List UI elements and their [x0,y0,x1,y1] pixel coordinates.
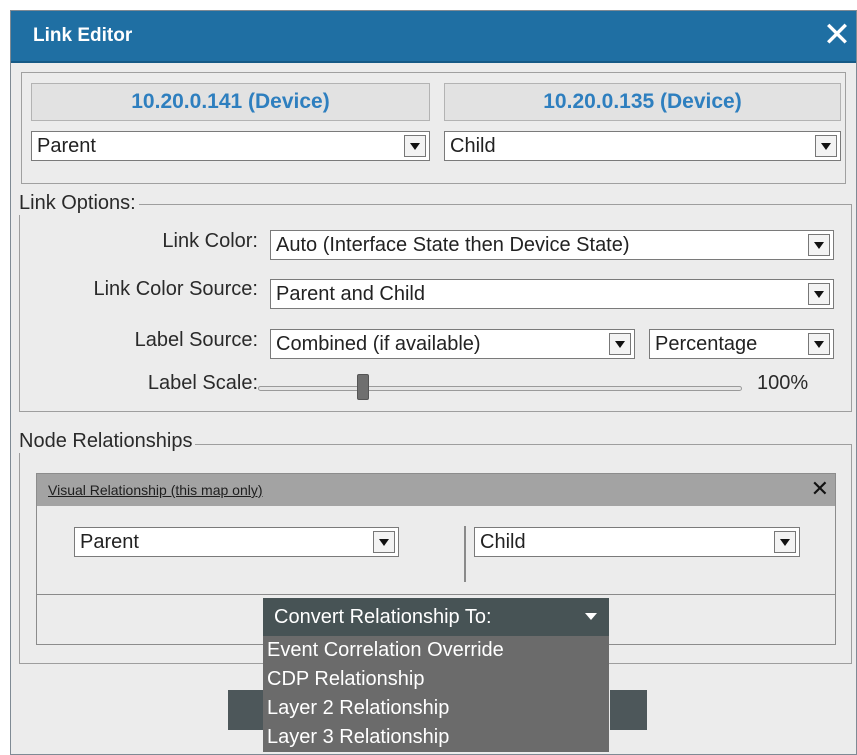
close-icon[interactable]: ✕ [811,478,829,500]
menu-item-cdp-relationship[interactable]: CDP Relationship [267,665,425,693]
relationship-divider [464,526,466,582]
parent-role-value: Parent [37,135,96,157]
convert-relationship-label: Convert Relationship To: [274,606,492,628]
link-options-legend: Link Options: [19,192,139,215]
devices-panel: 10.20.0.141 (Device) 10.20.0.135 (Device… [21,72,846,184]
child-role-select[interactable]: Child [444,131,841,161]
label-scale-slider-handle[interactable] [357,374,370,400]
chevron-down-icon[interactable] [373,531,395,553]
link-color-source-value: Parent and Child [276,283,425,305]
link-color-label: Link Color: [162,230,258,252]
convert-relationship-button[interactable]: Convert Relationship To: [263,598,609,636]
menu-item-layer-2-relationship[interactable]: Layer 2 Relationship [267,694,449,722]
menu-item-event-correlation-override[interactable]: Event Correlation Override [267,636,504,664]
label-source-select[interactable]: Combined (if available) [270,329,635,359]
dialog-button-left[interactable] [228,690,268,730]
visual-child-select[interactable]: Child [474,527,800,557]
link-color-source-label: Link Color Source: [93,278,258,300]
visual-relationship-title[interactable]: Visual Relationship (this map only) [48,482,263,498]
chevron-down-icon[interactable] [808,283,830,305]
relationship-separator [37,594,835,595]
link-color-source-select[interactable]: Parent and Child [270,279,834,309]
chevron-down-icon[interactable] [808,333,830,355]
label-format-value: Percentage [655,333,758,355]
child-device-name: 10.20.0.135 (Device) [444,83,841,121]
menu-item-layer-3-relationship[interactable]: Layer 3 Relationship [267,723,449,751]
link-color-select[interactable]: Auto (Interface State then Device State) [270,230,834,260]
label-scale-label: Label Scale: [147,372,258,394]
node-relationships-legend: Node Relationships [19,430,196,453]
visual-child-value: Child [480,531,526,553]
parent-role-select[interactable]: Parent [31,131,430,161]
dialog-button-right[interactable] [610,690,647,730]
label-source-label: Label Source: [134,329,258,351]
chevron-down-icon [585,613,597,620]
chevron-down-icon[interactable] [808,234,830,256]
chevron-down-icon[interactable] [609,333,631,355]
chevron-down-icon[interactable] [774,531,796,553]
label-format-select[interactable]: Percentage [649,329,834,359]
title-bar: Link Editor ✕ [11,11,856,63]
label-scale-value: 100% [757,372,809,394]
visual-parent-select[interactable]: Parent [74,527,399,557]
parent-device-name: 10.20.0.141 (Device) [31,83,430,121]
chevron-down-icon[interactable] [404,135,426,157]
link-color-value: Auto (Interface State then Device State) [276,234,630,256]
window-title: Link Editor [33,25,133,46]
visual-parent-value: Parent [80,531,139,553]
chevron-down-icon[interactable] [815,135,837,157]
child-role-value: Child [450,135,496,157]
convert-relationship-menu: Event Correlation Override CDP Relations… [263,636,609,752]
label-source-value: Combined (if available) [276,333,481,355]
label-scale-slider-track[interactable] [258,386,742,391]
visual-relationship-header: Visual Relationship (this map only) ✕ [37,474,835,506]
close-icon[interactable]: ✕ [820,17,854,53]
